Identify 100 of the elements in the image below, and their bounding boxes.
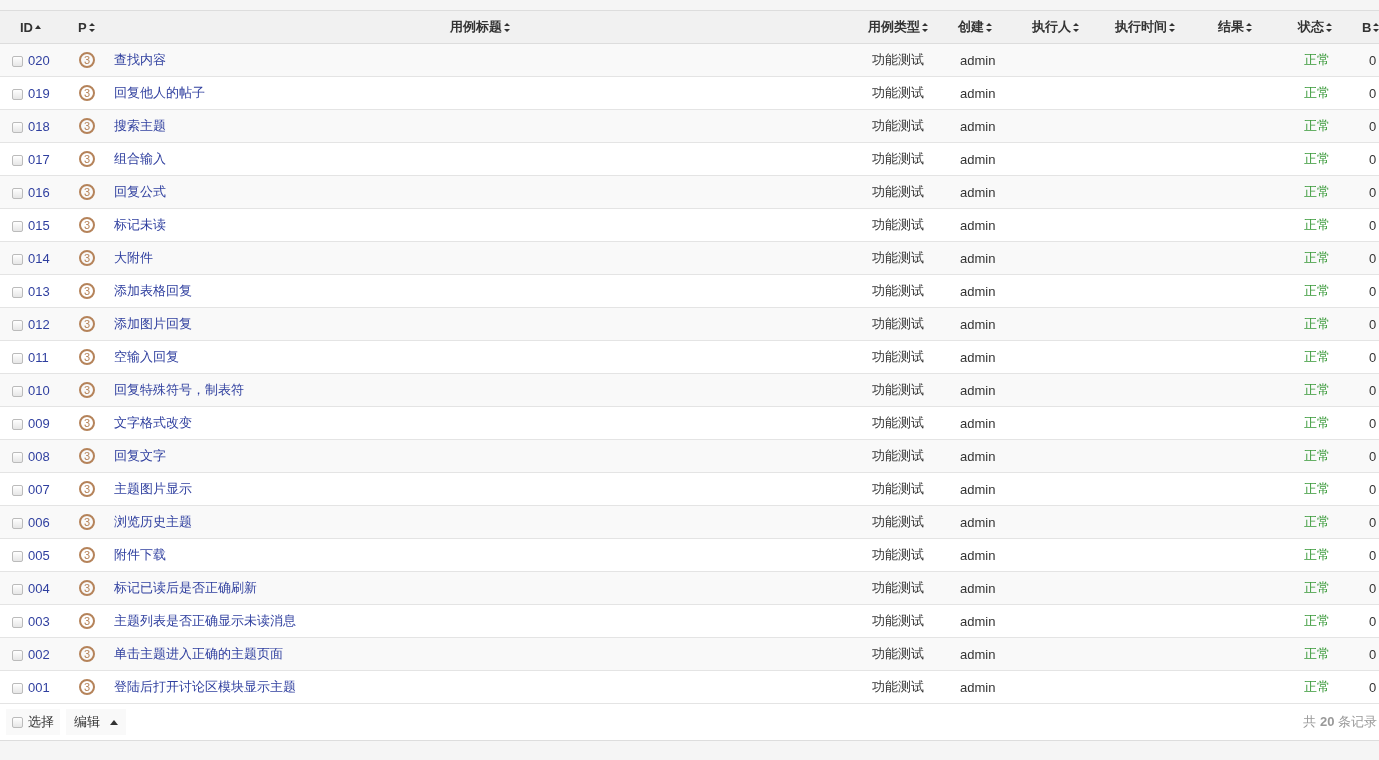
- column-header[interactable]: 执行时间: [1115, 18, 1175, 36]
- row-checkbox[interactable]: [12, 418, 23, 430]
- table-cell: 0: [1369, 349, 1377, 365]
- row-checkbox[interactable]: [12, 649, 23, 661]
- row-checkbox[interactable]: [12, 88, 23, 100]
- row-checkbox[interactable]: [12, 286, 23, 298]
- case-id-link[interactable]: 016: [28, 184, 50, 200]
- case-title-link[interactable]: 浏览历史主题: [114, 514, 192, 529]
- creator: admin: [960, 118, 996, 134]
- case-title-link[interactable]: 查找内容: [114, 52, 166, 67]
- row-checkbox[interactable]: [12, 385, 23, 397]
- status-text: 正常: [1304, 217, 1330, 232]
- case-type: 功能测试: [871, 580, 924, 595]
- priority-badge: 3: [79, 349, 95, 365]
- row-checkbox[interactable]: [12, 682, 23, 694]
- case-title-link[interactable]: 标记已读后是否正确刷新: [114, 580, 257, 595]
- case-title-link[interactable]: 主题图片显示: [114, 481, 192, 496]
- priority-badge: 3: [79, 580, 95, 596]
- column-header[interactable]: B: [1362, 19, 1379, 35]
- case-id-link[interactable]: 010: [28, 382, 50, 398]
- case-type: 功能测试: [871, 250, 924, 265]
- case-id-link[interactable]: 005: [28, 547, 50, 563]
- caret-icon: [110, 719, 118, 725]
- row-checkbox[interactable]: [12, 517, 23, 529]
- case-title-link[interactable]: 登陆后打开讨论区模块显示主题: [114, 679, 296, 694]
- row-checkbox[interactable]: [12, 352, 23, 364]
- case-title-link[interactable]: 添加图片回复: [114, 316, 192, 331]
- case-type: 功能测试: [871, 52, 924, 67]
- row-checkbox[interactable]: [12, 550, 23, 562]
- creator: admin: [960, 679, 996, 695]
- case-title-link[interactable]: 回复他人的帖子: [114, 85, 205, 100]
- case-id-link[interactable]: 015: [28, 217, 50, 233]
- case-title-link[interactable]: 组合输入: [114, 151, 166, 166]
- table-cell: 0: [1369, 52, 1377, 68]
- row-checkbox[interactable]: [12, 121, 23, 133]
- case-title-link[interactable]: 回复特殊符号，制表符: [114, 382, 244, 397]
- table-cell: 0: [1369, 514, 1377, 530]
- table-cell: 0: [1369, 151, 1377, 167]
- case-title-link[interactable]: 搜索主题: [114, 118, 166, 133]
- case-title-link[interactable]: 标记未读: [114, 217, 166, 232]
- case-id-link[interactable]: 008: [28, 448, 50, 464]
- case-id-link[interactable]: 014: [28, 250, 50, 266]
- case-type: 功能测试: [871, 349, 924, 364]
- case-id-link[interactable]: 012: [28, 316, 50, 332]
- case-id-link[interactable]: 001: [28, 679, 50, 695]
- priority-badge: 3: [79, 679, 95, 695]
- column-header[interactable]: 执行人: [1032, 18, 1079, 36]
- priority-badge: 3: [79, 514, 95, 530]
- row-checkbox[interactable]: [12, 187, 23, 199]
- case-title-link[interactable]: 回复公式: [114, 184, 166, 199]
- case-type: 功能测试: [871, 679, 924, 694]
- case-title-link[interactable]: 文字格式改变: [114, 415, 192, 430]
- case-id-link[interactable]: 018: [28, 118, 50, 134]
- case-title-link[interactable]: 大附件: [114, 250, 153, 265]
- select-all-checkbox[interactable]: 选择: [6, 709, 60, 735]
- column-header[interactable]: 结果: [1218, 18, 1252, 36]
- column-header[interactable]: 创建: [958, 18, 992, 36]
- row-checkbox[interactable]: [12, 484, 23, 496]
- case-id-link[interactable]: 013: [28, 283, 50, 299]
- row-checkbox[interactable]: [12, 583, 23, 595]
- case-id-link[interactable]: 019: [28, 85, 50, 101]
- case-id-link[interactable]: 009: [28, 415, 50, 431]
- priority-badge: 3: [79, 250, 95, 266]
- case-id-link[interactable]: 006: [28, 514, 50, 530]
- column-header[interactable]: 状态: [1298, 18, 1332, 36]
- priority-badge: 3: [79, 85, 95, 101]
- table-cell: 0: [1369, 448, 1377, 464]
- row-checkbox[interactable]: [12, 154, 23, 166]
- case-title-link[interactable]: 主题列表是否正确显示未读消息: [114, 613, 296, 628]
- row-checkbox[interactable]: [12, 55, 23, 67]
- case-type: 功能测试: [871, 646, 924, 661]
- column-header[interactable]: ID: [20, 19, 41, 35]
- case-title-link[interactable]: 单击主题进入正确的主题页面: [114, 646, 283, 661]
- case-id-link[interactable]: 002: [28, 646, 50, 662]
- status-text: 正常: [1304, 151, 1330, 166]
- case-id-link[interactable]: 020: [28, 52, 50, 68]
- case-title-link[interactable]: 空输入回复: [114, 349, 179, 364]
- priority-badge: 3: [79, 382, 95, 398]
- case-id-link[interactable]: 004: [28, 580, 50, 596]
- status-text: 正常: [1304, 316, 1330, 331]
- case-id-link[interactable]: 017: [28, 151, 50, 167]
- case-title-link[interactable]: 附件下载: [114, 547, 166, 562]
- case-title-link[interactable]: 添加表格回复: [114, 283, 192, 298]
- edit-dropdown-button[interactable]: 编辑: [66, 709, 126, 735]
- case-id-link[interactable]: 007: [28, 481, 50, 497]
- row-checkbox[interactable]: [12, 319, 23, 331]
- row-checkbox[interactable]: [12, 220, 23, 232]
- column-header[interactable]: 用例类型: [867, 18, 928, 36]
- column-header[interactable]: 用例标题: [450, 18, 510, 36]
- case-type: 功能测试: [871, 448, 924, 463]
- table-cell: 0: [1369, 613, 1377, 629]
- case-id-link[interactable]: 003: [28, 613, 50, 629]
- column-header[interactable]: P: [78, 19, 95, 35]
- creator: admin: [960, 184, 996, 200]
- case-type: 功能测试: [871, 151, 924, 166]
- row-checkbox[interactable]: [12, 451, 23, 463]
- case-title-link[interactable]: 回复文字: [114, 448, 166, 463]
- case-id-link[interactable]: 011: [28, 349, 49, 365]
- row-checkbox[interactable]: [12, 253, 23, 265]
- row-checkbox[interactable]: [12, 616, 23, 628]
